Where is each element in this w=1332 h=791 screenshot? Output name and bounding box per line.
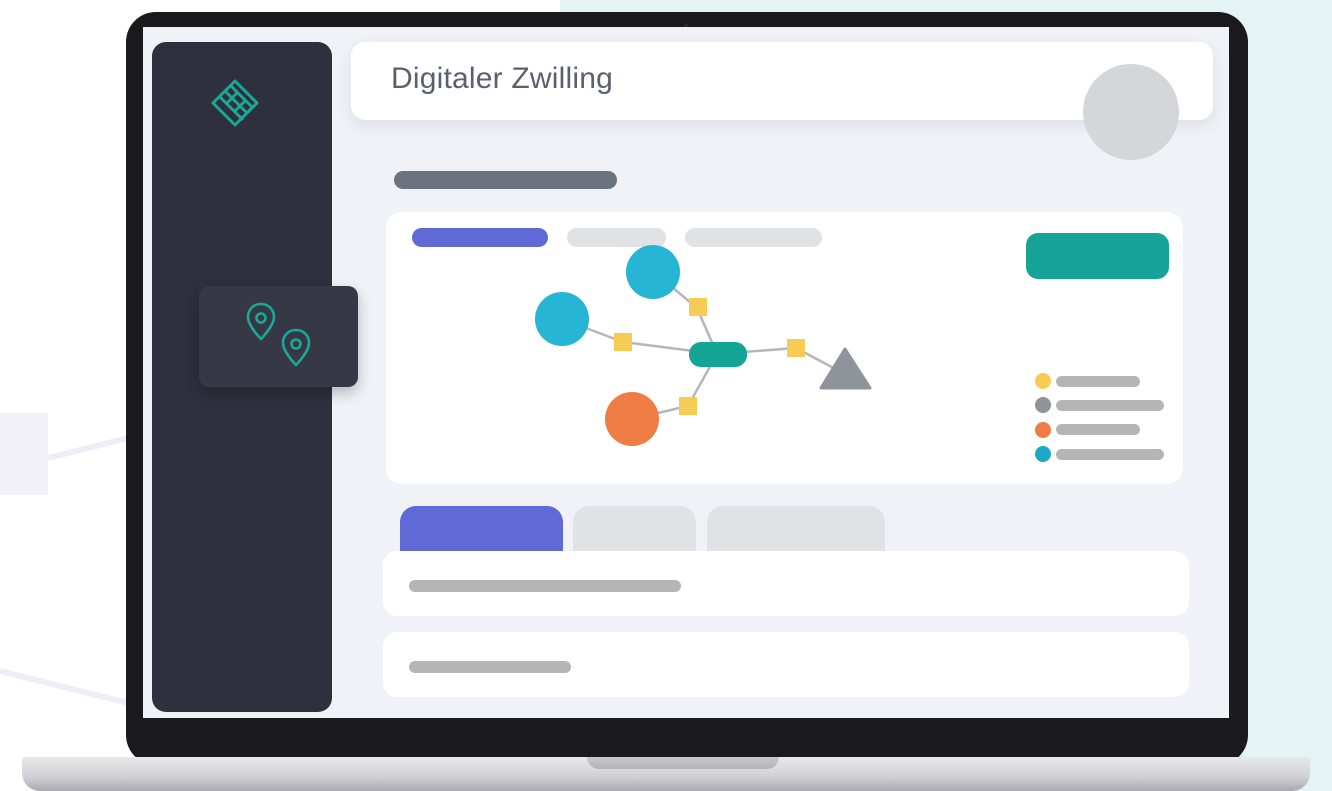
graph-node-orange <box>605 392 659 446</box>
graph-link-square <box>787 339 805 357</box>
page-title: Digitaler Zwilling <box>391 62 613 95</box>
location-pin-icon <box>281 328 311 367</box>
cube-network-logo-icon[interactable] <box>205 75 265 135</box>
graph-link-square <box>689 298 707 316</box>
legend-dot <box>1035 422 1051 438</box>
legend-dot <box>1035 397 1051 413</box>
legend-dot <box>1035 373 1051 389</box>
list-item[interactable] <box>383 632 1189 697</box>
decorative-square <box>0 413 48 495</box>
list-item-text-placeholder <box>409 661 571 673</box>
graph-node-blue <box>626 245 680 299</box>
avatar[interactable] <box>1083 64 1179 160</box>
graph-link-square <box>614 333 632 351</box>
legend-label-placeholder <box>1056 400 1164 411</box>
legend-dot <box>1035 446 1051 462</box>
graph-node-blue <box>535 292 589 346</box>
decorative-line <box>0 668 132 707</box>
location-pin-icon <box>246 302 276 341</box>
list-item-text-placeholder <box>409 580 681 592</box>
network-graph <box>535 245 1164 462</box>
decorative-line <box>47 433 137 461</box>
graph-link-square <box>679 397 697 415</box>
legend-label-placeholder <box>1056 376 1140 387</box>
list-item[interactable] <box>383 551 1189 616</box>
graph-node-triangle <box>819 347 872 390</box>
legend-label-placeholder <box>1056 449 1164 460</box>
graph-hub-node <box>689 342 747 367</box>
laptop-notch <box>587 757 779 769</box>
legend <box>1035 373 1164 462</box>
sidebar-item-locations[interactable] <box>199 286 358 387</box>
legend-label-placeholder <box>1056 424 1140 435</box>
section-title-placeholder <box>394 171 617 189</box>
